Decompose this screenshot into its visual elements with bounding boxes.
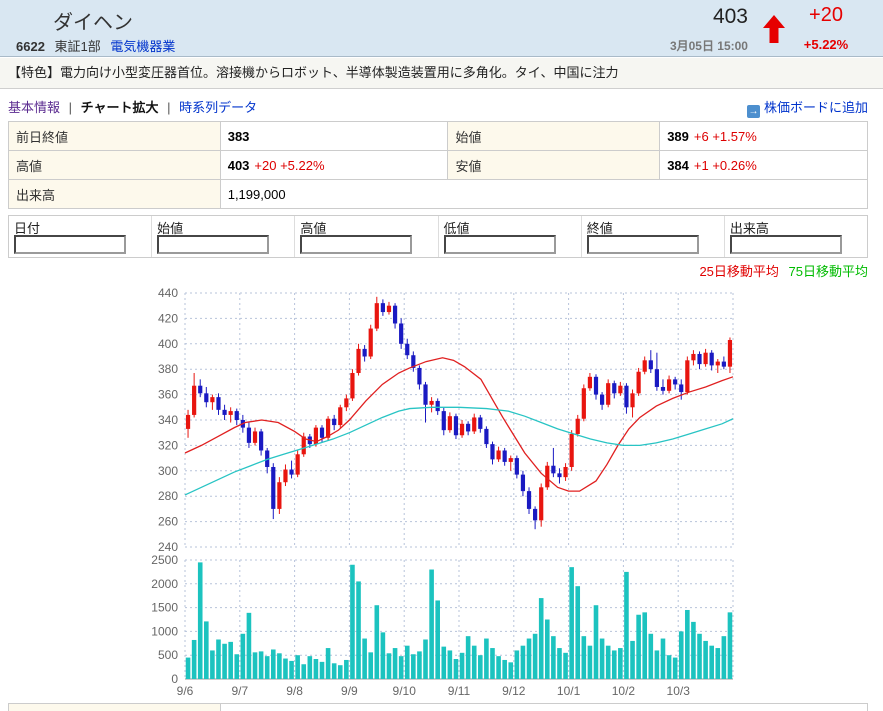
svg-text:9/6: 9/6 <box>177 684 194 698</box>
page-title: ダイヘン <box>53 6 133 35</box>
svg-text:340: 340 <box>158 413 178 427</box>
low-input-label: 低値 <box>444 218 576 235</box>
svg-text:9/11: 9/11 <box>448 684 471 698</box>
low-change: +1 +0.26% <box>694 158 757 173</box>
change-block: +20 +5.22% <box>793 0 859 57</box>
svg-text:9/12: 9/12 <box>502 684 526 698</box>
high-input-label: 高値 <box>300 218 432 235</box>
volume-input-label: 出来高 <box>730 218 862 235</box>
tab-bar: 基本情報 | チャート拡大 | 時系列データ <box>8 97 257 116</box>
header-band: ダイヘン 6622 東証1部 電気機器業 403 3月05日 15:00 +20… <box>0 0 883 57</box>
svg-text:9/10: 9/10 <box>393 684 417 698</box>
svg-text:500: 500 <box>158 648 178 662</box>
svg-text:9/9: 9/9 <box>341 684 358 698</box>
legend-ma25: 25日移動平均 <box>699 264 778 279</box>
current-price: 403 <box>600 5 748 29</box>
svg-text:300: 300 <box>158 464 178 478</box>
input-cell-volume: 出来高 <box>725 216 867 257</box>
low-label: 安値 <box>448 151 660 180</box>
open-input[interactable] <box>157 235 269 254</box>
legend-ma75: 75日移動平均 <box>789 264 868 279</box>
prev-close-label: 前日終値 <box>9 122 221 151</box>
svg-text:9/7: 9/7 <box>231 684 248 698</box>
tab-separator: | <box>69 100 72 115</box>
high-input[interactable] <box>300 235 412 254</box>
input-cell-high: 高値 <box>295 216 438 257</box>
industry-link[interactable]: 電気機器業 <box>110 39 175 54</box>
low-input[interactable] <box>444 235 556 254</box>
tab-time-series[interactable]: 時系列データ <box>179 100 257 115</box>
input-cell-date: 日付 <box>9 216 152 257</box>
svg-text:380: 380 <box>158 362 178 376</box>
add-to-stock-board-link[interactable]: → 株価ボードに追加 <box>747 97 868 118</box>
close-input-label: 終値 <box>587 218 719 235</box>
arrow-right-icon: → <box>747 105 760 118</box>
svg-text:260: 260 <box>158 515 178 529</box>
candlestick-volume-chart: 440 420 400 380 360 340 320 300 280 260 2402500 200… <box>0 280 883 711</box>
tab-basic-info[interactable]: 基本情報 <box>8 100 60 115</box>
svg-text:2500: 2500 <box>151 553 178 567</box>
open-value: 389+6 +1.57% <box>660 122 868 151</box>
tab-chart-zoom: チャート拡大 <box>81 100 159 115</box>
svg-text:400: 400 <box>158 337 178 351</box>
table-row: 高値 403+20 +5.22% 安値 384+1 +0.26% <box>9 151 868 180</box>
open-change: +6 +1.57% <box>694 129 757 144</box>
svg-text:9/8: 9/8 <box>286 684 303 698</box>
price-up-arrow-icon <box>762 14 786 49</box>
tab-separator: | <box>167 100 170 115</box>
svg-text:10/2: 10/2 <box>612 684 636 698</box>
company-feature-text: 【特色】電力向け小型変圧器首位。溶接機からロボット、半導体製造装置用に多角化。タ… <box>0 58 883 89</box>
input-cell-close: 終値 <box>582 216 725 257</box>
volume-label: 出来高 <box>9 180 221 209</box>
svg-text:10/1: 10/1 <box>557 684 581 698</box>
input-cell-open: 始値 <box>152 216 295 257</box>
price-block: 403 3月05日 15:00 <box>600 0 748 57</box>
volume-input[interactable] <box>730 235 842 254</box>
prev-close-value: 383 <box>220 122 448 151</box>
svg-text:2000: 2000 <box>151 577 178 591</box>
next-table-row-clipped <box>8 703 868 711</box>
table-row: 前日終値 383 始値 389+6 +1.57% <box>9 122 868 151</box>
high-change: +20 +5.22% <box>254 158 324 173</box>
price-timestamp: 3月05日 15:00 <box>600 37 748 54</box>
open-label: 始値 <box>448 122 660 151</box>
stock-market: 東証1部 <box>55 39 101 54</box>
date-input[interactable] <box>14 235 126 254</box>
svg-text:420: 420 <box>158 311 178 325</box>
svg-text:1000: 1000 <box>151 624 178 638</box>
high-label: 高値 <box>9 151 221 180</box>
svg-text:280: 280 <box>158 489 178 503</box>
volume-value: 1,199,000 <box>220 180 867 209</box>
close-input[interactable] <box>587 235 699 254</box>
svg-text:360: 360 <box>158 388 178 402</box>
input-cell-low: 低値 <box>439 216 582 257</box>
svg-text:320: 320 <box>158 438 178 452</box>
open-input-label: 始値 <box>157 218 289 235</box>
chart-legend: 25日移動平均 75日移動平均 <box>699 261 868 280</box>
svg-text:1500: 1500 <box>151 601 178 615</box>
add-to-stock-board-label: 株価ボードに追加 <box>764 100 868 115</box>
price-change: +20 <box>793 4 859 27</box>
next-row-label-cell <box>9 704 221 711</box>
stock-detail-page: ダイヘン 6622 東証1部 電気機器業 403 3月05日 15:00 +20… <box>0 0 883 711</box>
stock-code-line: 6622 東証1部 電気機器業 <box>16 36 175 55</box>
stock-code: 6622 <box>16 39 45 54</box>
svg-text:440: 440 <box>158 286 178 300</box>
svg-text:10/3: 10/3 <box>667 684 691 698</box>
high-value: 403+20 +5.22% <box>220 151 448 180</box>
quote-summary-table: 前日終値 383 始値 389+6 +1.57% 高値 403+20 +5.22… <box>8 121 868 209</box>
ohlc-input-panel: 日付 始値 高値 低値 終値 出来高 <box>8 215 868 258</box>
price-change-percent: +5.22% <box>793 37 859 52</box>
table-row: 出来高 1,199,000 <box>9 180 868 209</box>
low-value: 384+1 +0.26% <box>660 151 868 180</box>
svg-text:240: 240 <box>158 540 178 554</box>
date-input-label: 日付 <box>14 218 146 235</box>
